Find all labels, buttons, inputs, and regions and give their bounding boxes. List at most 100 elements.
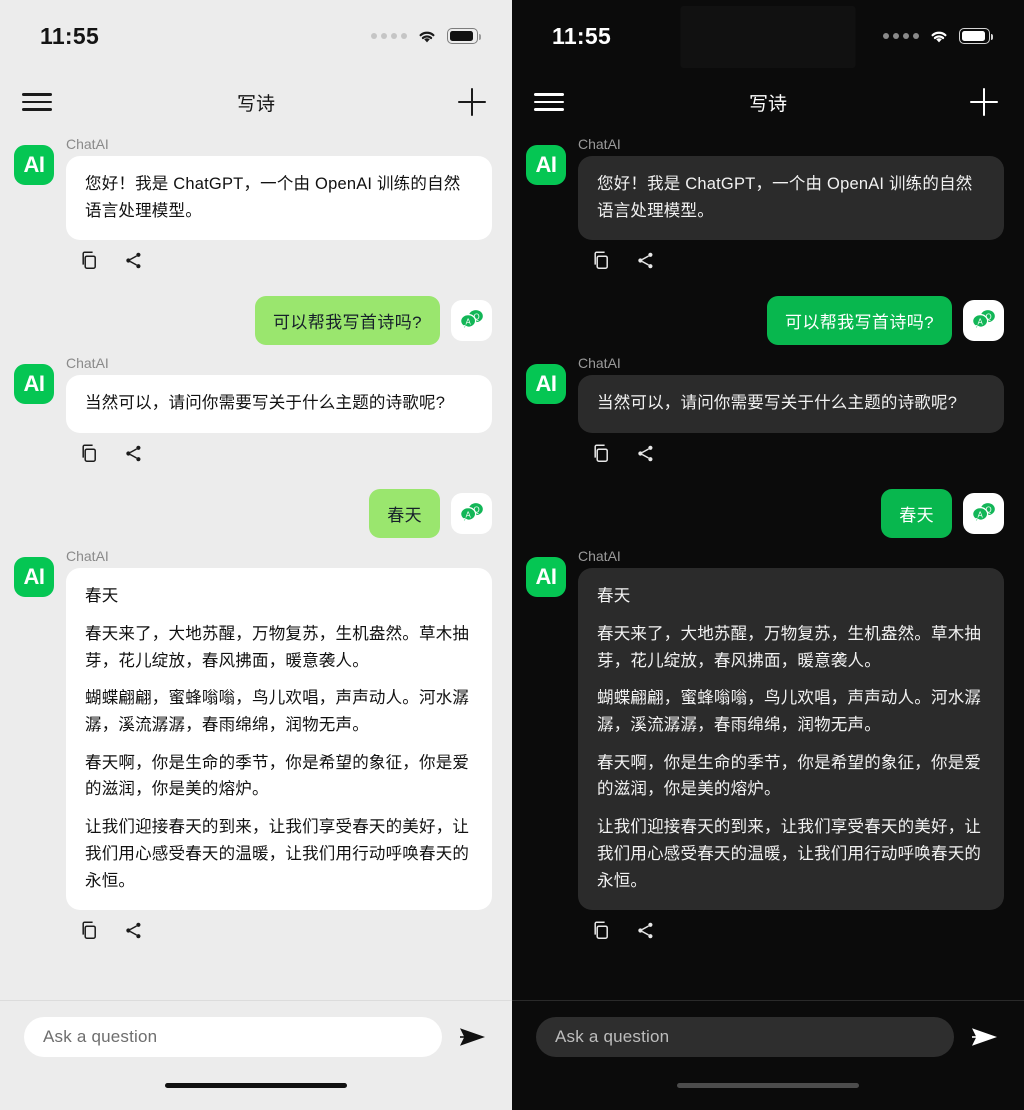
status-time: 11:55	[40, 22, 100, 49]
poem-title: 春天	[85, 587, 119, 606]
message-assistant: AI ChatAI 当然可以，请问你需要写关于什么主题的诗歌呢?	[14, 355, 492, 481]
copy-icon[interactable]	[592, 444, 611, 468]
copy-icon[interactable]	[80, 921, 99, 945]
copy-icon[interactable]	[592, 921, 611, 945]
qa-speech-bubbles-icon: AQ	[971, 503, 995, 524]
share-icon[interactable]	[636, 921, 655, 945]
message-assistant: AI ChatAI 当然可以，请问你需要写关于什么主题的诗歌呢?	[526, 355, 1004, 481]
message-bubble: 春天 春天来了，大地苏醒，万物复苏，生机盎然。草木抽芽，花儿绽放，春风拂面，暖意…	[578, 568, 1004, 911]
dynamic-island	[680, 6, 856, 68]
copy-icon[interactable]	[592, 251, 611, 275]
message-user: 可以帮我写首诗吗? AQ	[14, 296, 492, 346]
status-bar: 11:55	[512, 0, 1024, 72]
page-title: 写诗	[748, 93, 787, 115]
status-icons	[371, 28, 482, 44]
message-actions	[578, 910, 1004, 958]
message-actions	[66, 240, 492, 288]
message-actions	[66, 910, 492, 958]
message-bubble: 春天	[369, 489, 440, 539]
poem-title: 春天	[597, 587, 631, 606]
hamburger-menu-icon[interactable]	[534, 91, 564, 113]
message-bubble: 您好！我是 ChatGPT，一个由 OpenAI 训练的自然语言处理模型。	[66, 156, 492, 241]
send-icon[interactable]	[456, 1020, 490, 1054]
message-assistant: AI ChatAI 春天 春天来了，大地苏醒，万物复苏，生机盎然。草木抽芽，花儿…	[14, 548, 492, 958]
copy-icon[interactable]	[80, 444, 99, 468]
plus-icon[interactable]	[970, 88, 998, 116]
svg-text:A: A	[977, 318, 983, 327]
message-user: 春天 AQ	[526, 489, 1004, 539]
svg-text:Q: Q	[986, 313, 992, 322]
search-input[interactable]: Ask a question	[24, 1017, 442, 1057]
message-bubble: 春天	[881, 489, 952, 539]
avatar-user: AQ	[451, 300, 492, 342]
avatar-user: AQ	[963, 300, 1004, 342]
message-actions	[66, 433, 492, 481]
copy-icon[interactable]	[80, 251, 99, 275]
composer-area: Ask a question	[512, 1000, 1024, 1110]
composer-area: Ask a question	[0, 1000, 512, 1110]
message-actions	[578, 433, 1004, 481]
phone-light-theme: 11:55 写诗 AI ChatAI 您好！我是 ChatGPT，一个由 Ope…	[0, 0, 512, 1110]
wifi-icon	[416, 28, 438, 44]
sender-name: ChatAI	[578, 136, 621, 152]
share-icon[interactable]	[124, 921, 143, 945]
sender-name: ChatAI	[66, 548, 109, 565]
status-time: 11:55	[552, 22, 612, 49]
message-bubble: 春天 春天来了，大地苏醒，万物复苏，生机盎然。草木抽芽，花儿绽放，春风拂面，暖意…	[66, 568, 492, 911]
home-indicator	[165, 1083, 347, 1088]
sender-name: ChatAI	[578, 548, 621, 565]
poem-stanza: 春天来了，大地苏醒，万物复苏，生机盎然。草木抽芽，花儿绽放，春风拂面，暖意袭人。	[597, 624, 982, 670]
message-assistant: AI ChatAI 您好！我是 ChatGPT，一个由 OpenAI 训练的自然…	[14, 136, 492, 288]
chat-thread[interactable]: AI ChatAI 您好！我是 ChatGPT，一个由 OpenAI 训练的自然…	[0, 132, 512, 1000]
message-bubble: 可以帮我写首诗吗?	[254, 296, 440, 346]
battery-icon	[447, 28, 482, 44]
avatar-ai: AI	[14, 364, 54, 405]
phone-dark-theme: 11:55 写诗 AI ChatAI 您好！我是 ChatGPT，一个由 Ope…	[512, 0, 1024, 1110]
share-icon[interactable]	[124, 444, 143, 468]
poem-stanza: 蝴蝶翩翩，蜜蜂嗡嗡，鸟儿欢唱，声声动人。河水潺潺，溪流潺潺，春雨绵绵，润物无声。	[597, 689, 982, 735]
avatar-user: AQ	[451, 493, 492, 535]
poem-stanza: 春天啊，你是生命的季节，你是希望的象征，你是爱的滋润，你是美的熔炉。	[85, 753, 470, 799]
message-assistant: AI ChatAI 春天 春天来了，大地苏醒，万物复苏，生机盎然。草木抽芽，花儿…	[526, 548, 1004, 958]
avatar-ai: AI	[526, 145, 566, 185]
sender-name: ChatAI	[66, 136, 109, 152]
sender-name: ChatAI	[578, 355, 621, 372]
avatar-user: AQ	[963, 493, 1004, 535]
sender-name: ChatAI	[66, 355, 109, 372]
share-icon[interactable]	[636, 444, 655, 468]
poem-stanza: 春天啊，你是生命的季节，你是希望的象征，你是爱的滋润，你是美的熔炉。	[597, 753, 982, 799]
qa-speech-bubbles-icon: AQ	[971, 310, 995, 332]
hamburger-menu-icon[interactable]	[22, 91, 52, 113]
search-input[interactable]: Ask a question	[536, 1017, 954, 1057]
poem-stanza: 让我们迎接春天的到来，让我们享受春天的美好，让我们用心感受春天的温暖，让我们用行…	[597, 818, 982, 890]
wifi-icon	[928, 28, 950, 44]
send-icon[interactable]	[968, 1020, 1002, 1054]
nav-bar: 写诗	[512, 72, 1024, 132]
svg-text:A: A	[465, 318, 471, 327]
page-title: 写诗	[236, 93, 275, 115]
message-user: 可以帮我写首诗吗? AQ	[526, 296, 1004, 346]
message-assistant: AI ChatAI 您好！我是 ChatGPT，一个由 OpenAI 训练的自然…	[526, 136, 1004, 288]
poem-stanza: 蝴蝶翩翩，蜜蜂嗡嗡，鸟儿欢唱，声声动人。河水潺潺，溪流潺潺，春雨绵绵，润物无声。	[85, 689, 470, 735]
poem-stanza: 让我们迎接春天的到来，让我们享受春天的美好，让我们用心感受春天的温暖，让我们用行…	[85, 818, 470, 890]
avatar-ai: AI	[526, 364, 566, 405]
avatar-ai: AI	[14, 145, 54, 185]
qa-speech-bubbles-icon: AQ	[459, 503, 483, 524]
message-actions	[578, 240, 1004, 288]
svg-text:Q: Q	[986, 505, 992, 514]
share-icon[interactable]	[124, 251, 143, 275]
qa-speech-bubbles-icon: AQ	[459, 310, 483, 332]
nav-bar: 写诗	[0, 72, 512, 132]
share-icon[interactable]	[636, 251, 655, 275]
message-bubble: 当然可以，请问你需要写关于什么主题的诗歌呢?	[66, 375, 492, 434]
dual-theme-comparison: 11:55 写诗 AI ChatAI 您好！我是 ChatGPT，一个由 Ope…	[0, 0, 1024, 1110]
message-bubble: 您好！我是 ChatGPT，一个由 OpenAI 训练的自然语言处理模型。	[578, 156, 1004, 241]
message-bubble: 当然可以，请问你需要写关于什么主题的诗歌呢?	[578, 375, 1004, 434]
svg-text:Q: Q	[474, 313, 480, 322]
battery-icon	[959, 28, 994, 44]
avatar-ai: AI	[526, 557, 566, 598]
chat-thread[interactable]: AI ChatAI 您好！我是 ChatGPT，一个由 OpenAI 训练的自然…	[512, 132, 1024, 1000]
home-indicator	[677, 1083, 859, 1088]
plus-icon[interactable]	[458, 88, 486, 116]
svg-text:Q: Q	[474, 505, 480, 514]
